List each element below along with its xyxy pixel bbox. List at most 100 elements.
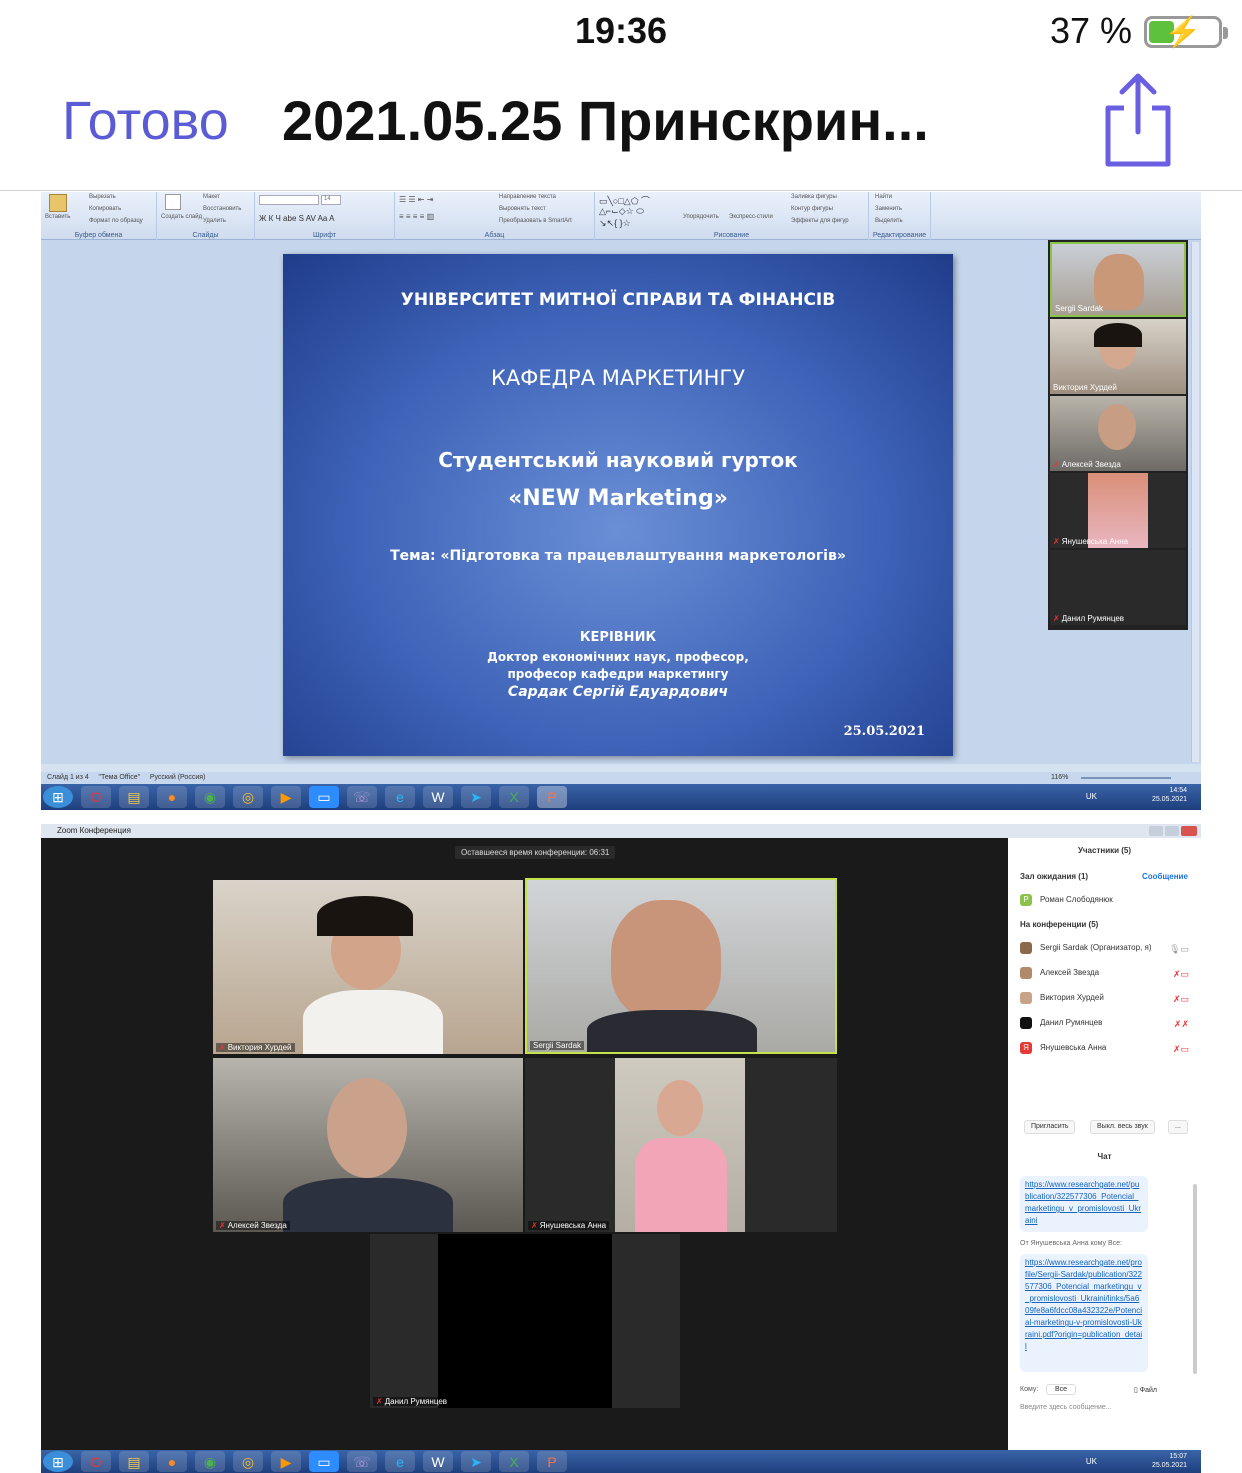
zoom-app-icon[interactable]: ▭: [309, 1451, 339, 1472]
video-tile-active-speaker[interactable]: Sergii Sardak: [525, 878, 837, 1054]
mute-all-button[interactable]: Выкл. весь звук: [1090, 1120, 1155, 1134]
invite-button[interactable]: Пригласить: [1024, 1120, 1076, 1134]
muted-mic-icon[interactable]: ✗▭: [1173, 994, 1189, 1005]
firefox-icon[interactable]: ●: [157, 1451, 187, 1472]
participant-row[interactable]: Виктория Хурдей: [1020, 992, 1104, 1004]
word-icon[interactable]: W: [423, 786, 453, 808]
slide-canvas[interactable]: УНІВЕРСИТЕТ МИТНОЇ СПРАВИ ТА ФІНАНСІВ КА…: [283, 254, 953, 756]
recipient-select[interactable]: Все: [1046, 1384, 1077, 1395]
shape-outline-button[interactable]: Контур фигуры: [791, 206, 833, 212]
clipboard-group: Вставить Вырезать Копировать Формат по о…: [41, 192, 157, 240]
new-slide-icon: [165, 194, 181, 210]
folder-icon[interactable]: ▤: [119, 786, 149, 808]
opera-icon[interactable]: O: [81, 1451, 111, 1472]
shape-fill-button[interactable]: Заливка фигуры: [791, 194, 837, 200]
browser-icon[interactable]: ◎: [233, 786, 263, 808]
format-painter-button[interactable]: Формат по образцу: [89, 218, 143, 224]
edge-icon[interactable]: e: [385, 1451, 415, 1472]
done-button[interactable]: Готово: [62, 90, 229, 152]
copy-button[interactable]: Копировать: [89, 206, 121, 212]
mic-icon[interactable]: 🎙▭: [1169, 944, 1189, 955]
start-button-icon[interactable]: ⊞: [43, 786, 73, 808]
window-minimize-icon[interactable]: [1149, 826, 1163, 836]
viber-icon[interactable]: ☏: [347, 1451, 377, 1472]
video-gallery: Оставшееся время конференции: 06:31 ✗ Вик…: [41, 838, 1008, 1450]
video-off-icon[interactable]: ✗✗: [1174, 1019, 1189, 1030]
excel-icon[interactable]: X: [499, 1451, 529, 1472]
video-tile[interactable]: ✗ Алексей Звезда: [213, 1058, 523, 1232]
find-button[interactable]: Найти: [875, 194, 892, 200]
browser-icon[interactable]: ◎: [233, 1451, 263, 1472]
font-size-input[interactable]: 14: [321, 195, 341, 205]
chat-scrollbar[interactable]: [1193, 1184, 1197, 1374]
reset-button[interactable]: Восстановить: [203, 206, 241, 212]
battery-percent: 37 %: [1049, 10, 1132, 51]
chrome-icon[interactable]: ◉: [195, 786, 225, 808]
viber-icon[interactable]: ☏: [347, 786, 377, 808]
remaining-time: Оставшееся время конференции: 06:31: [455, 846, 616, 859]
word-icon[interactable]: W: [423, 1451, 453, 1472]
arrange-button[interactable]: Упорядочить: [683, 214, 719, 220]
video-tile[interactable]: ✗ Данил Румянцев: [370, 1234, 680, 1408]
vertical-scrollbar[interactable]: [1191, 242, 1199, 762]
smartart-button[interactable]: Преобразовать в SmartArt: [499, 218, 572, 224]
share-icon[interactable]: [1100, 72, 1176, 168]
header-divider: [0, 190, 1242, 191]
video-tile[interactable]: ✗ Янушевська Анна: [525, 1058, 837, 1232]
more-button[interactable]: ...: [1168, 1120, 1188, 1134]
chrome-icon[interactable]: ◉: [195, 1451, 225, 1472]
media-player-icon[interactable]: ▶: [271, 786, 301, 808]
paste-icon: [49, 194, 67, 212]
zoom-app-icon[interactable]: ▭: [309, 786, 339, 808]
cut-button[interactable]: Вырезать: [89, 194, 116, 200]
font-name-input[interactable]: [259, 195, 319, 205]
opera-icon[interactable]: O: [81, 786, 111, 808]
align-text-button[interactable]: Выровнять текст: [499, 206, 546, 212]
powerpoint-icon[interactable]: P: [537, 1451, 567, 1472]
file-button[interactable]: ▯ Файл: [1134, 1386, 1157, 1394]
select-button[interactable]: Выделить: [875, 218, 903, 224]
paste-button[interactable]: Вставить: [45, 214, 70, 220]
slide-supervisor-line1: Доктор економічних наук, професор,: [487, 650, 749, 664]
chat-link-2[interactable]: https://www.researchgate.net/profile/Ser…: [1020, 1254, 1148, 1372]
participant-row[interactable]: Я Янушевська Анна: [1020, 1042, 1106, 1054]
waiting-room-heading[interactable]: Зал ожидания (1): [1020, 872, 1088, 881]
slide-circle-line1: Студентський науковий гурток: [438, 448, 798, 472]
media-player-icon[interactable]: ▶: [271, 1451, 301, 1472]
layout-button[interactable]: Макет: [203, 194, 220, 200]
language-indicator[interactable]: UK: [1086, 1457, 1097, 1466]
slide-topic: Тема: «Підготовка та працевлаштування ма…: [390, 548, 846, 564]
start-button-icon[interactable]: ⊞: [43, 1451, 73, 1472]
window-close-icon[interactable]: [1181, 826, 1197, 836]
message-link[interactable]: Сообщение: [1142, 872, 1188, 881]
zoom-slider[interactable]: [1081, 777, 1171, 779]
muted-mic-icon[interactable]: ✗▭: [1173, 1044, 1189, 1055]
in-meeting-heading[interactable]: На конференции (5): [1020, 920, 1098, 929]
battery-icon: ⚡: [1144, 16, 1228, 49]
ribbon: Вставить Вырезать Копировать Формат по о…: [41, 192, 1201, 240]
chat-link-1[interactable]: https://www.researchgate.net/publication…: [1020, 1176, 1148, 1232]
edge-icon[interactable]: e: [385, 786, 415, 808]
folder-icon[interactable]: ▤: [119, 1451, 149, 1472]
language-indicator[interactable]: UK: [1086, 792, 1097, 801]
delete-button[interactable]: Удалить: [203, 218, 226, 224]
powerpoint-icon[interactable]: P: [537, 786, 567, 808]
quick-styles-button[interactable]: Экспресс-стили: [729, 214, 773, 220]
message-input[interactable]: Введите здесь сообщение...: [1020, 1404, 1112, 1411]
firefox-icon[interactable]: ●: [157, 786, 187, 808]
slide-date: 25.05.2021: [843, 724, 925, 739]
text-direction-button[interactable]: Направление текста: [499, 194, 556, 200]
telegram-icon[interactable]: ➤: [461, 786, 491, 808]
excel-icon[interactable]: X: [499, 786, 529, 808]
muted-mic-icon[interactable]: ✗▭: [1173, 969, 1189, 980]
participant-row[interactable]: Алексей Звезда: [1020, 967, 1099, 979]
video-tile[interactable]: ✗ Виктория Хурдей: [213, 880, 523, 1054]
telegram-icon[interactable]: ➤: [461, 1451, 491, 1472]
window-maximize-icon[interactable]: [1165, 826, 1179, 836]
shape-effects-button[interactable]: Эффекты для фигур: [791, 218, 849, 224]
participant-row[interactable]: Данил Румянцев: [1020, 1017, 1102, 1029]
new-slide-button[interactable]: Создать слайд: [161, 214, 202, 220]
language[interactable]: Русский (Россия): [150, 774, 206, 781]
waiting-person[interactable]: Р Роман Слободянюк: [1020, 894, 1113, 906]
replace-button[interactable]: Заменить: [875, 206, 902, 212]
